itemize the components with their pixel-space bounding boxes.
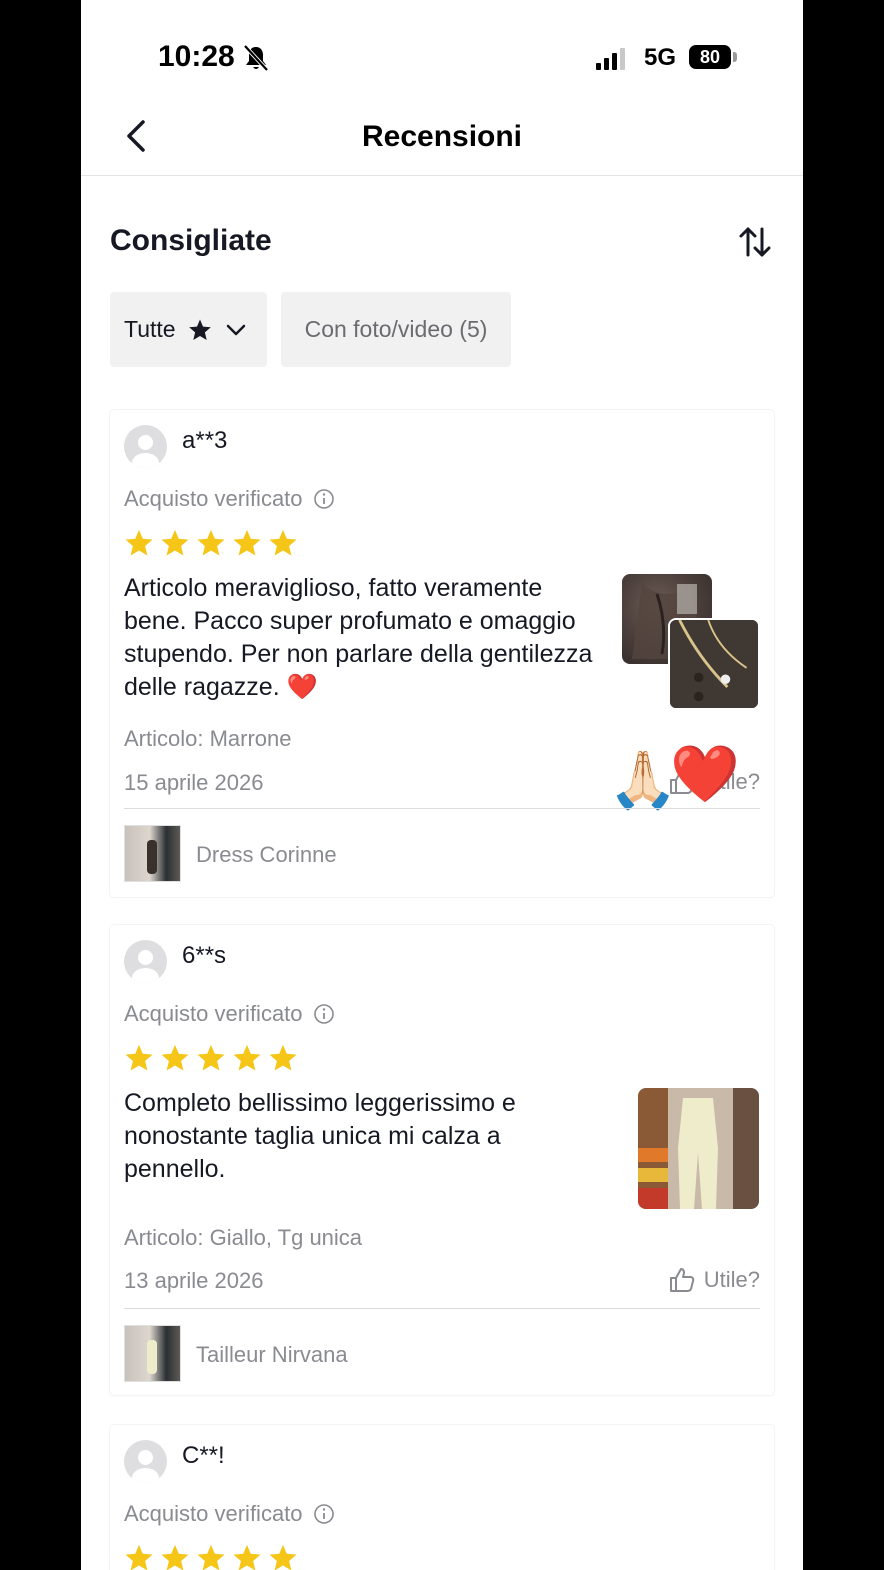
star-icon: [188, 319, 211, 340]
star-icon: [269, 529, 297, 556]
avatar[interactable]: [124, 1440, 167, 1483]
nav-divider: [81, 175, 803, 176]
product-name-link[interactable]: Tailleur Nirvana: [196, 1342, 348, 1368]
star-icon: [125, 529, 153, 556]
review-card: a**3 Acquisto verificato Articolo meravi…: [110, 410, 774, 897]
thumbs-up-icon: [669, 1268, 694, 1292]
review-text: Completo bellissimo leggerissimo e nonos…: [124, 1089, 516, 1183]
review-text: Articolo meraviglioso, fatto veramente b…: [124, 574, 593, 701]
star-icon: [161, 1044, 189, 1071]
star-icon: [197, 1044, 225, 1071]
reviewer-name: C**!: [182, 1442, 225, 1469]
bell-muted-icon: [243, 44, 269, 72]
status-time: 10:28: [158, 40, 235, 73]
star-icon: [125, 1044, 153, 1071]
star-icon: [269, 1544, 297, 1570]
star-rating: [124, 1043, 298, 1073]
sort-mode-title: Consigliate: [110, 224, 272, 257]
card-divider: [124, 1308, 760, 1309]
verified-purchase: Acquisto verificato: [124, 1501, 335, 1527]
filter-all-label: Tutte: [124, 316, 176, 342]
review-photo[interactable]: [638, 1088, 759, 1209]
battery-level: 80: [689, 45, 731, 69]
card-divider: [124, 808, 760, 809]
verified-purchase: Acquisto verificato: [124, 1001, 335, 1027]
star-icon: [197, 1544, 225, 1570]
page-title: Recensioni: [361, 120, 523, 153]
star-icon: [233, 529, 261, 556]
star-icon: [269, 1044, 297, 1071]
star-rating: [124, 1543, 298, 1570]
variant-label: Articolo: Marrone: [124, 726, 292, 751]
review-photo-drawing: [638, 1088, 759, 1209]
review-date: 13 aprile 2026: [124, 1268, 264, 1293]
filter-with-media-chip[interactable]: Con foto/video (5): [281, 292, 511, 367]
review-card: 6**s Acquisto verificato Completo bellis…: [110, 925, 774, 1395]
filter-media-label: Con foto/video (5): [304, 316, 488, 342]
star-icon: [125, 1544, 153, 1570]
variant-label: Articolo: Giallo, Tg unica: [124, 1225, 363, 1250]
filter-all-stars-dropdown[interactable]: Tutte: [110, 292, 267, 367]
verified-label: Acquisto verificato: [124, 486, 303, 511]
star-icon: [161, 529, 189, 556]
helpful-button[interactable]: Utile?: [668, 1266, 760, 1294]
review-photo-drawing: [670, 620, 758, 708]
star-icon: [197, 529, 225, 556]
product-thumbnail[interactable]: [124, 825, 181, 882]
red-heart-emoji: ❤️: [670, 742, 740, 805]
review-card: C**! Acquisto verificato: [110, 1425, 774, 1570]
review-date: 15 aprile 2026: [124, 770, 264, 795]
verified-purchase: Acquisto verificato: [124, 486, 335, 512]
reviewer-name: a**3: [182, 427, 228, 454]
info-icon[interactable]: [313, 488, 335, 510]
praying-hands-emoji: 🙏🏻: [608, 748, 678, 811]
star-icon: [233, 1044, 261, 1071]
product-thumbnail[interactable]: [124, 1325, 181, 1382]
review-photo[interactable]: [668, 618, 760, 710]
info-icon[interactable]: [313, 1503, 335, 1525]
star-rating: [124, 528, 298, 558]
info-icon[interactable]: [313, 1003, 335, 1025]
verified-label: Acquisto verificato: [124, 1001, 303, 1026]
avatar[interactable]: [124, 425, 167, 468]
sort-icon[interactable]: [737, 224, 773, 260]
star-icon: [161, 1544, 189, 1570]
chevron-down-icon: [226, 324, 245, 335]
reviewer-name: 6**s: [182, 942, 227, 969]
verified-label: Acquisto verificato: [124, 1501, 303, 1526]
battery-tip: [733, 52, 737, 62]
helpful-label: Utile?: [703, 1267, 760, 1292]
reviews-screen: 10:28 5G 80 Recensioni Consigliate Tutte: [81, 0, 803, 1570]
star-icon: [233, 1544, 261, 1570]
avatar[interactable]: [124, 940, 167, 983]
product-name-link[interactable]: Dress Corinne: [196, 842, 337, 868]
cellular-signal-icon: [596, 48, 625, 70]
network-type: 5G: [644, 44, 677, 71]
